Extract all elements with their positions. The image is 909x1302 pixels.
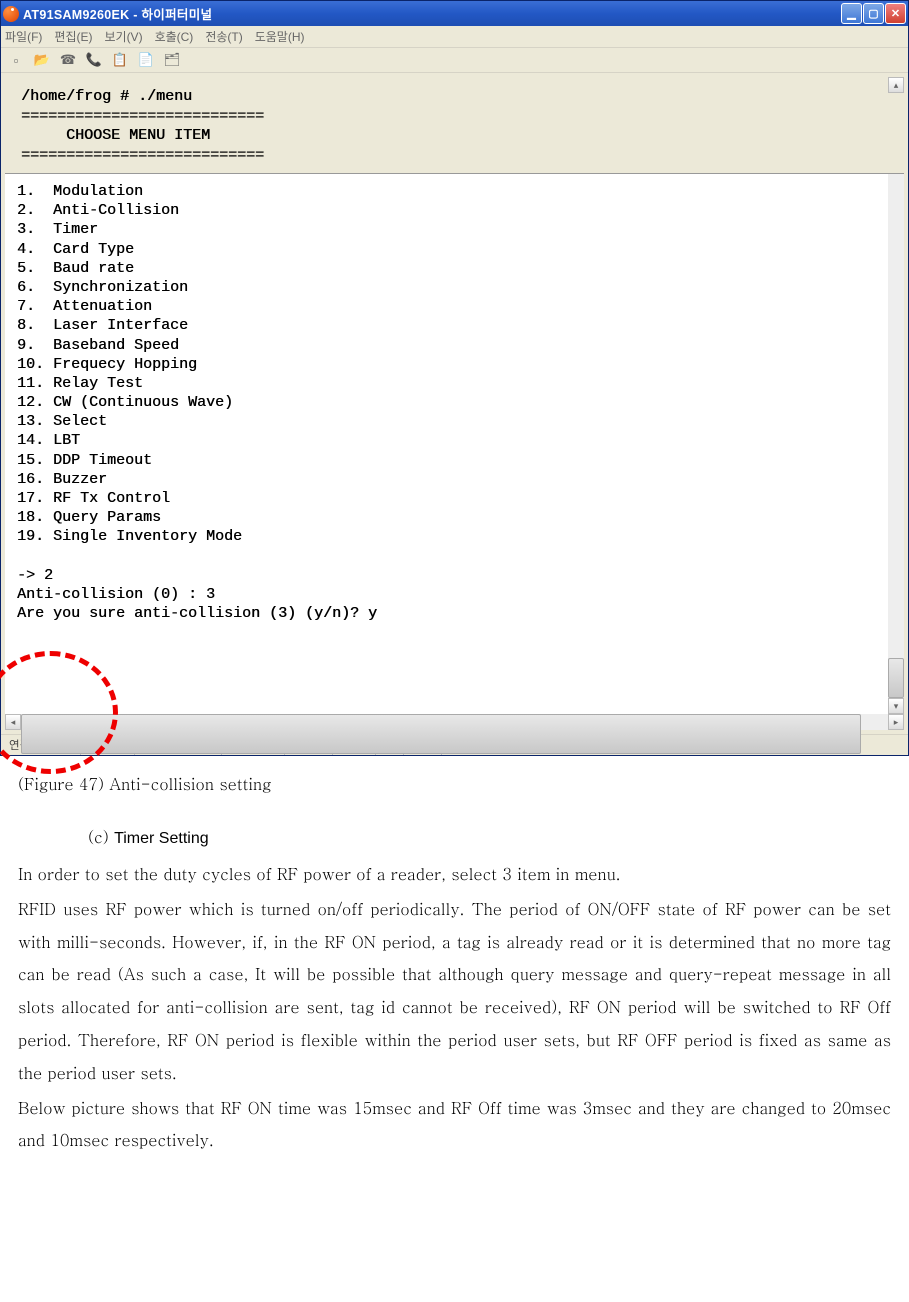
scroll-up-top: ▴	[888, 77, 904, 99]
subsection-heading: (c) Timer Setting	[88, 825, 891, 848]
window-title: AT91SAM9260EK - 하이퍼터미널	[23, 4, 841, 23]
menu-help[interactable]: 도움말(H)	[255, 28, 305, 45]
menu-call[interactable]: 호출(C)	[155, 28, 194, 45]
hscroll-thumb[interactable]	[21, 714, 861, 754]
app-window: AT91SAM9260EK - 하이퍼터미널 ▁ ▢ ✕ 파일(F) 편집(E)…	[0, 0, 909, 756]
paragraph-3: Below picture shows that RF ON time was …	[18, 1092, 891, 1158]
subsection-title: Timer Setting	[114, 830, 209, 847]
menu-file[interactable]: 파일(F)	[5, 28, 42, 45]
menu-transfer[interactable]: 전송(T)	[205, 28, 242, 45]
figure-caption: (Figure 47) Anti-collision setting	[18, 772, 891, 795]
terminal-body-wrap: 1. Modulation 2. Anti-Collision 3. Timer…	[5, 173, 904, 714]
app-icon	[3, 6, 19, 22]
properties-icon[interactable]: 🗂	[163, 51, 181, 69]
menu-view[interactable]: 보기(V)	[104, 28, 142, 45]
paragraph-2: RFID uses RF power which is turned on/of…	[18, 893, 891, 1090]
terminal-header: /home/frog # ./menu ====================…	[5, 77, 904, 173]
new-icon[interactable]: ▫	[7, 51, 25, 69]
menu-edit[interactable]: 편집(E)	[54, 28, 92, 45]
toolbar: ▫ 📂 ☎ 📞 📋 📄 🗂	[1, 48, 908, 73]
close-button[interactable]: ✕	[885, 3, 906, 24]
maximize-button[interactable]: ▢	[863, 3, 884, 24]
vertical-scrollbar[interactable]: ▾	[888, 174, 904, 714]
menubar: 파일(F) 편집(E) 보기(V) 호출(C) 전송(T) 도움말(H)	[1, 26, 908, 48]
terminal-wrap: ▴ /home/frog # ./menu ==================…	[1, 73, 908, 734]
open-icon[interactable]: 📂	[33, 51, 51, 69]
scroll-down-button[interactable]: ▾	[888, 698, 904, 714]
hscroll-track[interactable]	[21, 714, 888, 730]
window-buttons: ▁ ▢ ✕	[841, 3, 906, 24]
titlebar[interactable]: AT91SAM9260EK - 하이퍼터미널 ▁ ▢ ✕	[1, 1, 908, 26]
paragraph-1: In order to set the duty cycles of RF po…	[18, 858, 891, 891]
connect-icon[interactable]: ☎	[59, 51, 77, 69]
document-body: (Figure 47) Anti-collision setting (c) T…	[0, 760, 909, 1179]
scroll-track[interactable]	[888, 174, 904, 698]
subsection-label: (c)	[88, 825, 114, 848]
terminal-output[interactable]: 1. Modulation 2. Anti-Collision 3. Timer…	[5, 174, 888, 714]
minimize-button[interactable]: ▁	[841, 3, 862, 24]
horizontal-scrollbar[interactable]: ◂ ▸	[5, 714, 904, 730]
scroll-left-button[interactable]: ◂	[5, 714, 21, 730]
scroll-right-button[interactable]: ▸	[888, 714, 904, 730]
send-icon[interactable]: 📋	[111, 51, 129, 69]
scroll-up-button-top[interactable]: ▴	[888, 77, 904, 93]
receive-icon[interactable]: 📄	[137, 51, 155, 69]
scroll-thumb[interactable]	[888, 658, 904, 698]
body-text: In order to set the duty cycles of RF po…	[18, 858, 891, 1157]
disconnect-icon[interactable]: 📞	[85, 51, 103, 69]
